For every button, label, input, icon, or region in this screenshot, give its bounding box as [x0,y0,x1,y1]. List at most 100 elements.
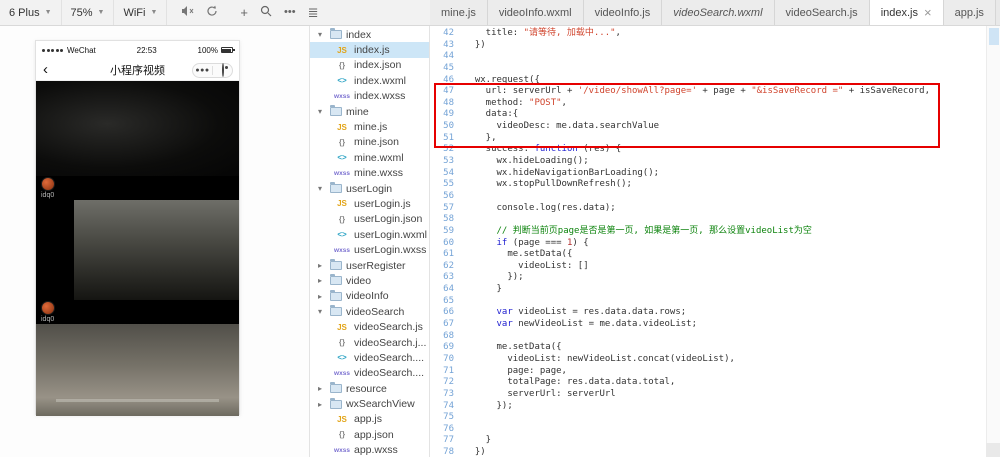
tree-file-videoSearch....[interactable]: wxss videoSearch.... [310,366,429,381]
code-line[interactable]: 59 // 判断当前页page是否是第一页, 如果是第一页, 那么设置video… [430,226,986,238]
code-line[interactable]: 67 var newVideoList = me.data.videoList; [430,319,986,331]
capsule-home-icon[interactable] [213,63,232,77]
tree-file-userLogin.wxml[interactable]: <> userLogin.wxml [310,227,429,242]
tree-file-videoSearch....[interactable]: <> videoSearch.... [310,350,429,365]
tree-folder-mine[interactable]: ▾ mine [310,104,429,119]
tree-folder-wxSearchView[interactable]: ▸ wxSearchView [310,396,429,411]
tree-folder-userLogin[interactable]: ▾ userLogin [310,181,429,196]
tree-file-mine.wxss[interactable]: wxss mine.wxss [310,166,429,181]
code-line[interactable]: 60 if (page === 1) { [430,238,986,250]
code-line[interactable]: 61 me.setData({ [430,249,986,261]
tree-file-mine.js[interactable]: JS mine.js [310,119,429,134]
code-line[interactable]: 73 serverUrl: serverUrl [430,389,986,401]
code-line[interactable]: 43 }) [430,40,986,52]
code-line[interactable]: 52 success: function (res) { [430,144,986,156]
video-thumbnail[interactable] [36,81,239,176]
editor-tab-index.js[interactable]: index.js × [869,0,944,25]
code-line[interactable]: 77 } [430,435,986,447]
tree-file-index.js[interactable]: JS index.js [310,42,429,58]
code-line[interactable]: 71 page: page, [430,366,986,378]
code-editor[interactable]: 42 title: "请等待, 加载中...", 43 }) 44 45 46 wx.r… [430,26,1000,457]
file-label: mine [346,105,369,118]
code-line[interactable]: 50 videoDesc: me.data.searchValue [430,121,986,133]
editor-tab-mine.js[interactable]: mine.js [430,0,488,25]
tree-file-index.json[interactable]: {} index.json [310,58,429,73]
code-line[interactable]: 47 url: serverUrl + '/video/showAll?page… [430,86,986,98]
capsule-more-icon[interactable]: ●●● [193,67,212,74]
code-line[interactable]: 45 [430,63,986,75]
code-line[interactable]: 74 }); [430,401,986,413]
code-line[interactable]: 58 [430,214,986,226]
code-line[interactable]: 44 [430,51,986,63]
editor-tab-videoInfo.wxml[interactable]: videoInfo.wxml [487,0,584,25]
code-line[interactable]: 70 videoList: newVideoList.concat(videoL… [430,354,986,366]
code-line[interactable]: 56 [430,191,986,203]
editor-scrollbar[interactable] [986,26,1000,443]
status-time: 22:53 [136,45,157,55]
network-selector[interactable]: WiFi ▼ [114,0,168,25]
code-text: } [464,435,492,446]
code-line[interactable]: 53 wx.hideLoading(); [430,156,986,168]
tree-file-userLogin.wxss[interactable]: wxss userLogin.wxss [310,242,429,257]
file-label: video [346,274,372,287]
rotate-icon[interactable] [206,5,218,20]
tree-folder-resource[interactable]: ▸ resource [310,381,429,396]
code-line[interactable]: 76 [430,424,986,436]
add-icon[interactable]: + [240,6,248,19]
editor-tab-videoInfo.js[interactable]: videoInfo.js [583,0,663,25]
tree-folder-index[interactable]: ▾ index [310,27,429,42]
code-line[interactable]: 65 [430,296,986,308]
avatar[interactable] [41,177,55,191]
scrollbar-thumb[interactable] [988,28,999,45]
tree-file-mine.json[interactable]: {} mine.json [310,135,429,150]
code-line[interactable]: 51 }, [430,133,986,145]
tree-file-mine.wxml[interactable]: <> mine.wxml [310,150,429,165]
editor-tab-app.js[interactable]: app.js [943,0,996,25]
tree-file-index.wxml[interactable]: <> index.wxml [310,73,429,88]
tree-folder-userRegister[interactable]: ▸ userRegister [310,258,429,273]
code-line[interactable]: 69 me.setData({ [430,342,986,354]
tree-file-index.wxss[interactable]: wxss index.wxss [310,89,429,104]
editor-tab-videoSearch.js[interactable]: videoSearch.js [774,0,870,25]
battery-icon [220,47,235,53]
code-line[interactable]: 66 var videoList = res.data.data.rows; [430,307,986,319]
code-line[interactable]: 48 method: "POST", [430,98,986,110]
code-line[interactable]: 62 videoList: [] [430,261,986,273]
line-number: 48 [443,97,454,108]
wechat-capsule: ●●● [192,62,233,78]
mute-icon[interactable] [181,5,194,20]
tree-folder-videoSearch[interactable]: ▾ videoSearch [310,304,429,319]
code-line[interactable]: 57 console.log(res.data); [430,203,986,215]
avatar[interactable] [41,301,55,315]
code-line[interactable]: 55 wx.stopPullDownRefresh(); [430,179,986,191]
code-line[interactable]: 49 data:{ [430,109,986,121]
code-line[interactable]: 42 title: "请等待, 加载中...", [430,28,986,40]
tree-folder-video[interactable]: ▸ video [310,273,429,288]
tree-file-app.js[interactable]: JS app.js [310,412,429,427]
code-line[interactable]: 75 [430,412,986,424]
editor-tab-videoSearch.wxml[interactable]: videoSearch.wxml [662,0,775,25]
tree-file-app.wxss[interactable]: wxss app.wxss [310,443,429,457]
code-line[interactable]: 64 } [430,284,986,296]
line-number: 52 [443,144,454,155]
code-line[interactable]: 68 [430,331,986,343]
code-line[interactable]: 78 }) [430,447,986,457]
code-line[interactable]: 54 wx.hideNavigationBarLoading(); [430,168,986,180]
device-selector[interactable]: 6 Plus ▼ [0,0,62,25]
code-line[interactable]: 63 }); [430,272,986,284]
video-thumbnail[interactable] [36,324,239,416]
code-line[interactable]: 72 totalPage: res.data.data.total, [430,377,986,389]
tree-file-userLogin.json[interactable]: {} userLogin.json [310,212,429,227]
video-thumbnail[interactable] [36,200,239,300]
search-icon[interactable] [260,5,272,20]
code-line[interactable]: 46 wx.request({ [430,75,986,87]
tree-file-app.json[interactable]: {} app.json [310,427,429,442]
more-icon[interactable]: ••• [284,7,296,18]
zoom-selector[interactable]: 75% ▼ [62,0,115,25]
tree-file-videoSearch.js[interactable]: JS videoSearch.js [310,319,429,334]
list-icon[interactable]: ≣ [308,6,319,19]
tree-file-videoSearch.j...[interactable]: {} videoSearch.j... [310,335,429,350]
tree-file-userLogin.js[interactable]: JS userLogin.js [310,196,429,211]
tab-close-icon[interactable]: × [924,5,932,20]
tree-folder-videoInfo[interactable]: ▸ videoInfo [310,289,429,304]
